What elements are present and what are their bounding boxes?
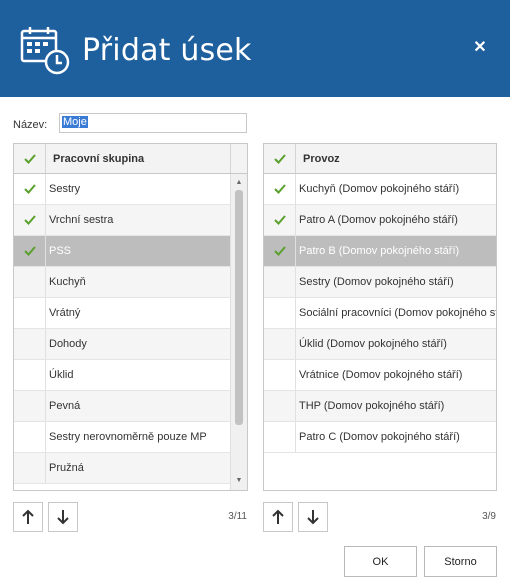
row-check-cell[interactable] bbox=[264, 422, 296, 452]
row-check-cell[interactable] bbox=[264, 174, 296, 204]
table-row[interactable]: PSS bbox=[14, 236, 230, 267]
row-check-cell[interactable] bbox=[14, 329, 46, 359]
table-row[interactable]: Patro C (Domov pokojného stáří) bbox=[264, 422, 496, 453]
row-check-cell[interactable] bbox=[14, 267, 46, 297]
close-icon[interactable]: ✕ bbox=[470, 38, 490, 58]
check-icon bbox=[273, 184, 286, 194]
table-row[interactable]: Vrátnice (Domov pokojného stáří) bbox=[264, 360, 496, 391]
row-label: Vrátný bbox=[49, 307, 81, 319]
table-row[interactable]: THP (Domov pokojného stáří) bbox=[264, 391, 496, 422]
row-label: Patro C (Domov pokojného stáří) bbox=[299, 431, 460, 443]
operation-grid-header: Provoz bbox=[264, 144, 496, 174]
table-row[interactable]: Kuchyň (Domov pokojného stáří) bbox=[264, 174, 496, 205]
work-group-rows: Sestry Vrchní sestra PSS Kuchyň Vrátný Dohody… bbox=[14, 174, 230, 484]
check-icon bbox=[273, 246, 286, 256]
arrow-down-icon bbox=[307, 510, 319, 525]
table-row[interactable]: Pružná bbox=[14, 453, 230, 484]
left-counter: 3/11 bbox=[228, 511, 247, 522]
row-check-cell[interactable] bbox=[14, 391, 46, 421]
right-move-down-button[interactable] bbox=[298, 502, 328, 532]
right-counter: 3/9 bbox=[482, 511, 496, 522]
table-row[interactable]: Vrchní sestra bbox=[14, 205, 230, 236]
header-check-cell[interactable] bbox=[14, 144, 46, 173]
row-label: Patro B (Domov pokojného stáří) bbox=[299, 245, 460, 257]
check-icon bbox=[273, 215, 286, 225]
row-label: Sociální pracovníci (Domov pokojného stá… bbox=[299, 307, 496, 319]
table-row[interactable]: Úklid (Domov pokojného stáří) bbox=[264, 329, 496, 360]
table-row[interactable]: Dohody bbox=[14, 329, 230, 360]
row-label: PSS bbox=[49, 245, 72, 257]
row-label: Úklid (Domov pokojného stáří) bbox=[299, 338, 447, 350]
row-check-cell[interactable] bbox=[264, 298, 296, 328]
row-check-cell[interactable] bbox=[14, 174, 46, 204]
table-row[interactable]: Sestry (Domov pokojného stáří) bbox=[264, 267, 496, 298]
table-row[interactable]: Kuchyň bbox=[14, 267, 230, 298]
row-check-cell[interactable] bbox=[264, 205, 296, 235]
work-group-grid: Pracovní skupina Sestry Vrchní sestra PSS K… bbox=[13, 143, 248, 491]
scroll-up-icon[interactable]: ▲ bbox=[235, 179, 243, 187]
work-group-grid-header: Pracovní skupina bbox=[14, 144, 247, 174]
row-label: Pevná bbox=[49, 400, 81, 412]
row-check-cell[interactable] bbox=[14, 205, 46, 235]
check-icon bbox=[23, 184, 36, 194]
scroll-down-icon[interactable]: ▼ bbox=[235, 477, 243, 485]
row-label: Úklid bbox=[49, 369, 74, 381]
table-row[interactable]: Patro B (Domov pokojného stáří) bbox=[264, 236, 496, 267]
right-move-up-button[interactable] bbox=[263, 502, 293, 532]
header-check-cell[interactable] bbox=[264, 144, 296, 173]
row-check-cell[interactable] bbox=[14, 422, 46, 452]
row-label: Vrchní sestra bbox=[49, 214, 114, 226]
row-check-cell[interactable] bbox=[264, 391, 296, 421]
name-input-value: Moje bbox=[62, 116, 88, 128]
check-icon bbox=[23, 215, 36, 225]
operation-grid: Provoz Kuchyň (Domov pokojného stáří) Pat… bbox=[263, 143, 497, 491]
row-label: Sestry (Domov pokojného stáří) bbox=[299, 276, 454, 288]
ok-button[interactable]: OK bbox=[344, 546, 417, 577]
left-move-up-button[interactable] bbox=[13, 502, 43, 532]
arrow-down-icon bbox=[57, 510, 69, 525]
scroll-thumb[interactable] bbox=[235, 190, 243, 425]
work-group-column-header[interactable]: Pracovní skupina bbox=[46, 144, 230, 173]
row-label: Patro A (Domov pokojného stáří) bbox=[299, 214, 458, 226]
row-check-cell[interactable] bbox=[264, 236, 296, 266]
name-input[interactable]: Moje bbox=[59, 113, 247, 133]
cancel-button[interactable]: Storno bbox=[424, 546, 497, 577]
row-label: Pružná bbox=[49, 462, 84, 474]
row-check-cell[interactable] bbox=[264, 267, 296, 297]
row-label: Dohody bbox=[49, 338, 87, 350]
dialog-header: Přidat úsek ✕ bbox=[0, 0, 510, 97]
table-row[interactable]: Vrátný bbox=[14, 298, 230, 329]
arrow-up-icon bbox=[272, 509, 284, 524]
operation-column-header[interactable]: Provoz bbox=[296, 144, 496, 173]
row-check-cell[interactable] bbox=[14, 236, 46, 266]
header-scroll-cap bbox=[230, 144, 247, 173]
left-move-down-button[interactable] bbox=[48, 502, 78, 532]
check-icon bbox=[273, 153, 286, 164]
check-icon bbox=[23, 246, 36, 256]
table-row[interactable]: Patro A (Domov pokojného stáří) bbox=[264, 205, 496, 236]
table-row[interactable]: Sociální pracovníci (Domov pokojného stá… bbox=[264, 298, 496, 329]
row-label: Vrátnice (Domov pokojného stáří) bbox=[299, 369, 463, 381]
row-check-cell[interactable] bbox=[14, 453, 46, 483]
table-row[interactable]: Sestry bbox=[14, 174, 230, 205]
dialog-title: Přidat úsek bbox=[82, 33, 252, 68]
operation-rows: Kuchyň (Domov pokojného stáří) Patro A (D… bbox=[264, 174, 496, 453]
row-check-cell[interactable] bbox=[264, 360, 296, 390]
row-label: Kuchyň bbox=[49, 276, 86, 288]
check-icon bbox=[23, 153, 36, 164]
table-row[interactable]: Pevná bbox=[14, 391, 230, 422]
row-label: THP (Domov pokojného stáří) bbox=[299, 400, 445, 412]
name-label: Název: bbox=[13, 119, 48, 131]
work-group-scrollbar[interactable]: ▲ ▼ bbox=[230, 174, 247, 490]
row-label: Sestry bbox=[49, 183, 81, 195]
row-check-cell[interactable] bbox=[14, 360, 46, 390]
calendar-clock-icon bbox=[20, 27, 70, 75]
row-check-cell[interactable] bbox=[264, 329, 296, 359]
table-row[interactable]: Sestry nerovnoměrně pouze MP bbox=[14, 422, 230, 453]
row-label: Sestry nerovnoměrně pouze MP bbox=[49, 431, 207, 443]
arrow-up-icon bbox=[22, 509, 34, 524]
row-check-cell[interactable] bbox=[14, 298, 46, 328]
table-row[interactable]: Úklid bbox=[14, 360, 230, 391]
row-label: Kuchyň (Domov pokojného stáří) bbox=[299, 183, 460, 195]
